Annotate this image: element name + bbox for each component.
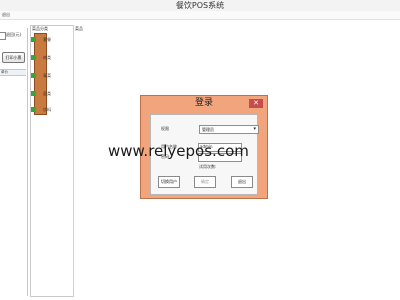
exit-label: 退出 <box>238 179 246 184</box>
list-header: 单价 <box>0 69 26 76</box>
confirm-label: 确定 <box>201 179 209 184</box>
back-label[interactable]: 退回(元) <box>6 32 21 38</box>
category-label: 套餐 <box>43 37 51 42</box>
category-icon <box>31 37 36 42</box>
category-icon <box>31 73 36 78</box>
category-icon <box>31 107 36 112</box>
role-select[interactable]: 管理员 ▾ <box>199 125 259 134</box>
close-icon: ✕ <box>253 99 259 107</box>
panel-divider <box>73 25 74 295</box>
category-label: 饮料 <box>43 107 51 112</box>
watermark-text: www.relyepos.com <box>108 142 249 160</box>
product-panel-label: 菜品 <box>75 26 83 31</box>
category-label: 青菜 <box>43 73 51 78</box>
print-receipt-button[interactable]: 打印小票 <box>2 52 25 63</box>
exit-button[interactable]: 退出 <box>231 176 253 188</box>
left-panel: 退回(元) 打印小票 单价 <box>0 28 28 296</box>
category-list: 套餐 肉类 青菜 面类 饮料 <box>31 33 71 113</box>
category-item[interactable]: 套餐 <box>31 33 55 47</box>
category-label: 面类 <box>43 91 51 96</box>
close-button[interactable]: ✕ <box>249 99 263 108</box>
category-icon <box>31 91 36 96</box>
role-value: 管理员 <box>202 127 214 132</box>
confirm-button[interactable]: 确定 <box>194 176 216 188</box>
category-item[interactable]: 青菜 <box>31 69 55 83</box>
category-item[interactable]: 饮料 <box>31 103 55 117</box>
menu-exit[interactable]: 退出 <box>2 12 10 18</box>
switch-user-label: 切换用户 <box>161 179 177 184</box>
price-column-header: 单价 <box>1 70 8 74</box>
attempts-label: 试用次数: <box>199 164 217 169</box>
category-label: 肉类 <box>43 55 51 60</box>
category-panel-label: 菜品分类 <box>32 26 48 31</box>
category-item[interactable]: 肉类 <box>31 51 55 65</box>
menu-bar: 退出 <box>0 11 400 20</box>
role-label: 权限 <box>161 126 169 131</box>
switch-user-button[interactable]: 切换用户 <box>158 176 180 188</box>
chevron-down-icon: ▾ <box>253 126 256 132</box>
title-bar: 餐饮POS系统 <box>0 0 400 11</box>
category-icon <box>31 55 36 60</box>
window-title: 餐饮POS系统 <box>175 1 225 10</box>
category-item[interactable]: 面类 <box>31 87 55 101</box>
print-receipt-label: 打印小票 <box>5 54 22 60</box>
